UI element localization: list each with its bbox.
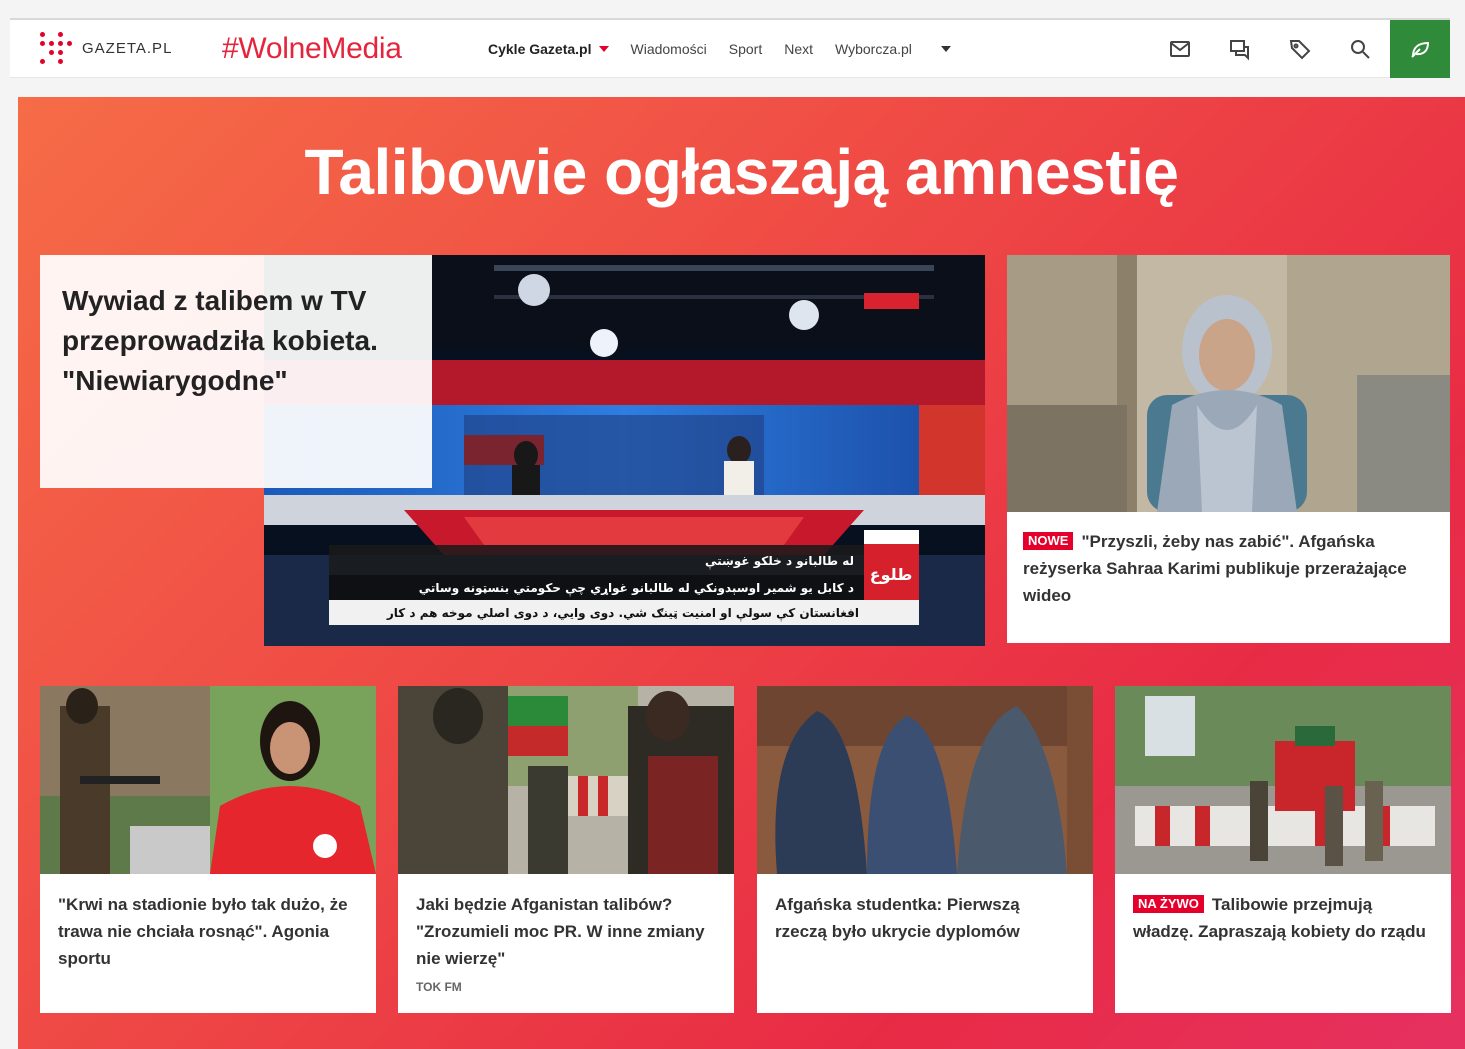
- card-image: [40, 686, 376, 874]
- chevron-down-icon: [940, 45, 951, 52]
- card-headline: Jaki będzie Afganistan talibów? "Zrozumi…: [416, 895, 705, 968]
- main-story-headline: Wywiad z talibem w TV przeprowadziła kob…: [62, 285, 378, 396]
- card-image: [1115, 686, 1451, 874]
- tag-button[interactable]: [1270, 20, 1330, 78]
- new-badge: NOWE: [1023, 532, 1074, 550]
- card-studentka[interactable]: Afgańska studentka: Pierwszą rzeczą było…: [757, 686, 1093, 1013]
- leaf-icon: [1411, 41, 1430, 58]
- side-story-headline: "Przyszli, żeby nas zabić". Afgańska reż…: [1023, 532, 1407, 605]
- woman-video-image: [1007, 255, 1450, 512]
- card-live[interactable]: NA ŻYWO Talibowie przejmują władzę. Zapra…: [1115, 686, 1451, 1013]
- card-image: [398, 686, 734, 874]
- menu-item-sport[interactable]: Sport: [729, 41, 762, 57]
- ticker-line1: له طالبانو د خلکو غوښتې: [705, 554, 854, 569]
- mail-button[interactable]: [1150, 20, 1210, 78]
- search-button[interactable]: [1330, 20, 1390, 78]
- card-sport[interactable]: "Krwi na stadionie było tak dużo, że tra…: [40, 686, 376, 1013]
- top-navigation: GAZETA.PL #WolneMedia Cykle Gazeta.pl Wi…: [10, 19, 1450, 78]
- menu-item-wiadomosci[interactable]: Wiadomości: [631, 41, 707, 57]
- ticker-line3: افغانستان کې سولې او امنیت ټینګ شي. دوی …: [386, 606, 859, 621]
- main-story-headline-box[interactable]: Wywiad z talibem w TV przeprowadziła kob…: [40, 255, 432, 488]
- tolo-logo: طلوع: [870, 565, 913, 584]
- card-text: NA ŻYWO Talibowie przejmują władzę. Zapra…: [1115, 874, 1451, 945]
- menu-item-label: Cykle Gazeta.pl: [488, 40, 592, 57]
- chat-icon: [1230, 39, 1249, 60]
- gazeta-logo[interactable]: GAZETA.PL: [40, 31, 190, 66]
- card-source: TOK FM: [416, 980, 462, 994]
- more-menu-dropdown[interactable]: [934, 45, 951, 52]
- main-menu: Cykle Gazeta.pl Wiadomości Sport Next Wy…: [488, 41, 973, 57]
- side-story-image: [1007, 255, 1450, 512]
- eco-button[interactable]: [1390, 19, 1450, 78]
- menu-item-label: Wyborcza.pl: [835, 40, 912, 57]
- chevron-down-icon: [598, 45, 609, 52]
- search-icon: [1351, 39, 1370, 59]
- side-story-text: NOWE "Przyszli, żeby nas zabić". Afgańska…: [1007, 512, 1450, 625]
- card-headline: "Krwi na stadionie było tak dużo, że tra…: [58, 895, 348, 968]
- burqa-image: [757, 686, 1093, 874]
- tag-icon: [1289, 39, 1311, 59]
- ticker-line2: د کابل یو شمیر اوسېدونکي له طالبانو غواړ…: [419, 581, 854, 596]
- side-story[interactable]: NOWE "Przyszli, żeby nas zabić". Afgańska…: [1007, 255, 1450, 643]
- logo-text: GAZETA.PL: [82, 40, 173, 57]
- card-image: [757, 686, 1093, 874]
- hero-title[interactable]: Talibowie ogłaszają amnestię: [18, 135, 1465, 209]
- chat-button[interactable]: [1210, 20, 1270, 78]
- menu-item-cykle[interactable]: Cykle Gazeta.pl: [488, 41, 609, 57]
- street-image: [398, 686, 734, 874]
- menu-item-wyborcza[interactable]: Wyborcza.pl: [835, 41, 912, 57]
- menu-item-next[interactable]: Next: [784, 41, 813, 57]
- card-headline: Afgańska studentka: Pierwszą rzeczą było…: [775, 895, 1020, 941]
- logo-dots-icon: [40, 31, 74, 66]
- live-badge: NA ŻYWO: [1133, 895, 1204, 913]
- mail-icon: [1170, 40, 1190, 57]
- footballer-image: [40, 686, 376, 874]
- toolbar: [1150, 19, 1450, 78]
- card-afganistan-pr[interactable]: Jaki będzie Afganistan talibów? "Zrozumi…: [398, 686, 734, 1013]
- taliban-square-image: [1115, 686, 1451, 874]
- wolne-media-hashtag[interactable]: #WolneMedia: [222, 32, 452, 66]
